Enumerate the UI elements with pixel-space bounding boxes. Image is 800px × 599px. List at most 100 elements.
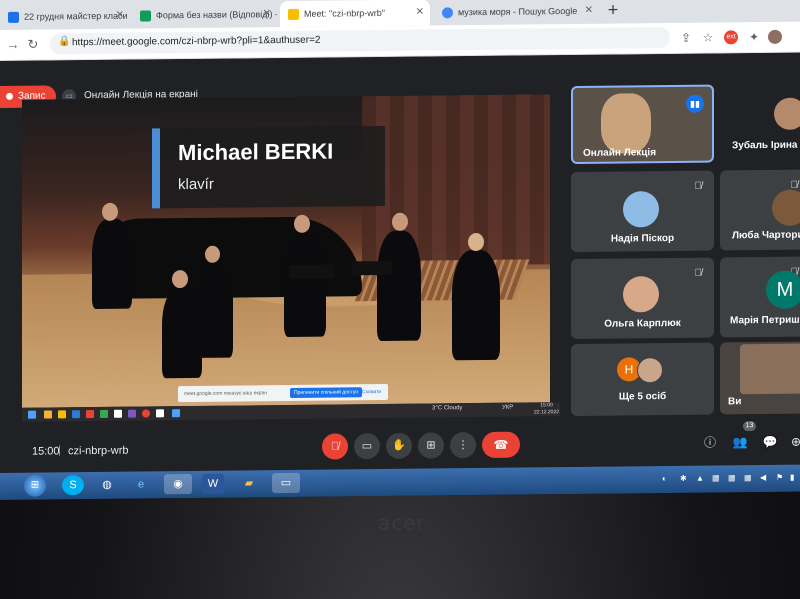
participant-tile-presenter[interactable]: ▮▮ Онлайн Лекція [571,84,714,165]
musician [162,287,202,379]
skype-icon[interactable]: S [62,475,84,496]
language-indicator: УКР [502,404,514,411]
speaking-icon: ▮▮ [686,94,704,113]
participant-name: Онлайн Лекція [583,147,657,159]
shared-screen: Michael BERKI klavír [22,94,550,408]
extensions-icon[interactable]: ✦ [746,29,762,45]
tab-favicon-icon [442,7,453,19]
musician-head [172,270,188,289]
meet-icon [172,409,180,418]
browser-tab[interactable]: Форма без назви (Відповіді) - G ✕ [132,1,277,29]
self-view-tile[interactable]: Ви [720,341,800,415]
address-bar[interactable]: 🔒 https://meet.google.com/czi-nbrp-wrb?p… [50,26,670,55]
forward-icon[interactable]: → [4,36,22,54]
tray-app-icon[interactable]: ▦ [744,473,752,482]
extension-badge-icon[interactable]: ext [724,30,738,45]
raise-hand-button[interactable]: ✋ [386,432,412,459]
participant-tile[interactable]: Зубаль Ірина [720,83,800,163]
participant-tile[interactable]: 🎙̸ Надія Піскор [571,170,714,253]
url-text: https://meet.google.com/czi-nbrp-wrb?pli… [72,34,321,49]
reload-icon[interactable]: ↻ [24,36,42,54]
musician-head [468,232,484,252]
musician [377,230,421,342]
explorer-icon[interactable]: ▰ [238,473,260,493]
meeting-code: czi-nbrp-wrb [68,444,129,458]
tab-favicon-icon [8,11,19,24]
tab-favicon-icon [288,8,299,21]
share-bar-text: meet.google.com показує ваш екран [184,390,268,398]
activities-icon[interactable]: ⊕ [786,432,800,452]
musician-head [392,212,408,231]
profile-icon[interactable] [768,29,782,44]
screen-share-bar: meet.google.com показує ваш екран Припин… [178,383,388,403]
mic-off-icon: 🎙̸ [694,267,703,279]
close-tab-icon[interactable]: ✕ [585,0,593,24]
camera-button[interactable]: ▭ [354,433,380,460]
musician-head [102,202,118,221]
more-participants-tile[interactable]: Н Ще 5 осіб [571,342,714,417]
tray-avast-icon[interactable]: ◐ [662,474,667,483]
musician [452,249,500,361]
meet-taskbar-button[interactable]: ▭ [272,472,300,494]
start-button[interactable]: ⊞ [24,474,46,497]
chrome-icon [58,410,66,419]
opera-icon [142,409,150,418]
participant-name: Ольга Карплюк [604,317,681,330]
new-tab-button[interactable]: + [602,0,624,22]
participant-tile[interactable]: 🎙̸ M Марія Петриши [720,256,800,338]
browser-tab[interactable]: 22 грудня майстер класи з антис ✕ [0,3,130,30]
close-tab-icon[interactable]: ✕ [416,0,424,26]
tab-favicon-icon [140,10,151,22]
windows-icon [28,410,36,419]
music-stand [290,264,334,279]
tray-network-icon[interactable]: ▮ [790,473,794,482]
more-options-button[interactable]: ⋮ [450,432,476,459]
musician-head [294,214,310,233]
mic-off-button[interactable]: 🎙̸ [322,433,348,460]
close-tab-icon[interactable]: ✕ [263,1,271,27]
stop-sharing-button[interactable]: Припинити спільний доступ [290,387,363,398]
tray-volume-icon[interactable]: ◀ [760,473,766,482]
app-icon [86,410,94,419]
weather-readout: 3°C Cloudy [432,405,463,412]
tray-app-icon[interactable]: ▦ [712,473,720,482]
present-now-button[interactable]: ⊞ [418,432,444,459]
laptop-screen: 22 грудня майстер класи з антис ✕ Форма … [0,0,800,501]
star-icon[interactable]: ☆ [700,30,716,46]
browser-tab[interactable]: музика моря - Пошук Google ✕ [434,0,599,25]
folder-icon [44,410,52,419]
participant-tile[interactable]: 🎙̸ Люба Чарторий [720,169,800,251]
chrome-taskbar-button[interactable]: ◉ [164,473,192,495]
info-icon[interactable]: ⓘ [700,432,720,452]
participant-tile[interactable]: 🎙̸ Ольга Карплюк [571,257,714,340]
more-participants-label: Ще 5 осіб [618,391,667,403]
chat-icon[interactable]: 💬 [760,432,780,452]
musician [197,262,233,358]
inner-date: 22.12.2022 [534,409,560,416]
performer-nameplate: Michael BERKI klavír [152,125,385,209]
app-icon [128,409,136,418]
network-icon[interactable]: ◍ [96,475,118,495]
meeting-clock: 15:00 [32,445,60,458]
tab-title: музика моря - Пошук Google [458,5,578,18]
participant-name: Надія Піскор [610,232,675,245]
tray-flag-icon[interactable]: ⚑ [776,473,783,482]
hide-share-bar-button[interactable]: Сховати [358,387,385,397]
laptop-brand-logo: acer [378,511,426,535]
internet-explorer-icon[interactable]: e [130,474,152,494]
tray-bluetooth-icon[interactable]: ✱ [680,474,687,483]
people-icon[interactable]: 👥 [730,432,750,452]
participant-avatar [774,97,800,130]
browser-tab-active[interactable]: Meet: "czi-nbrp-wrb" ✕ [280,0,430,28]
participant-avatar [772,189,800,226]
participant-name: Марія Петриши [730,314,800,327]
tray-app-icon[interactable]: ▦ [728,473,736,482]
tab-title: Форма без назви (Відповіді) - G [156,8,277,21]
word-icon[interactable]: W [202,473,224,494]
tray-up-icon[interactable]: ▲ [696,474,704,483]
participant-avatar [623,276,659,313]
close-tab-icon[interactable]: ✕ [116,3,124,29]
share-icon[interactable]: ⇪ [678,30,694,46]
participant-avatar [623,191,659,228]
leave-call-button[interactable]: ☎ [482,431,520,458]
